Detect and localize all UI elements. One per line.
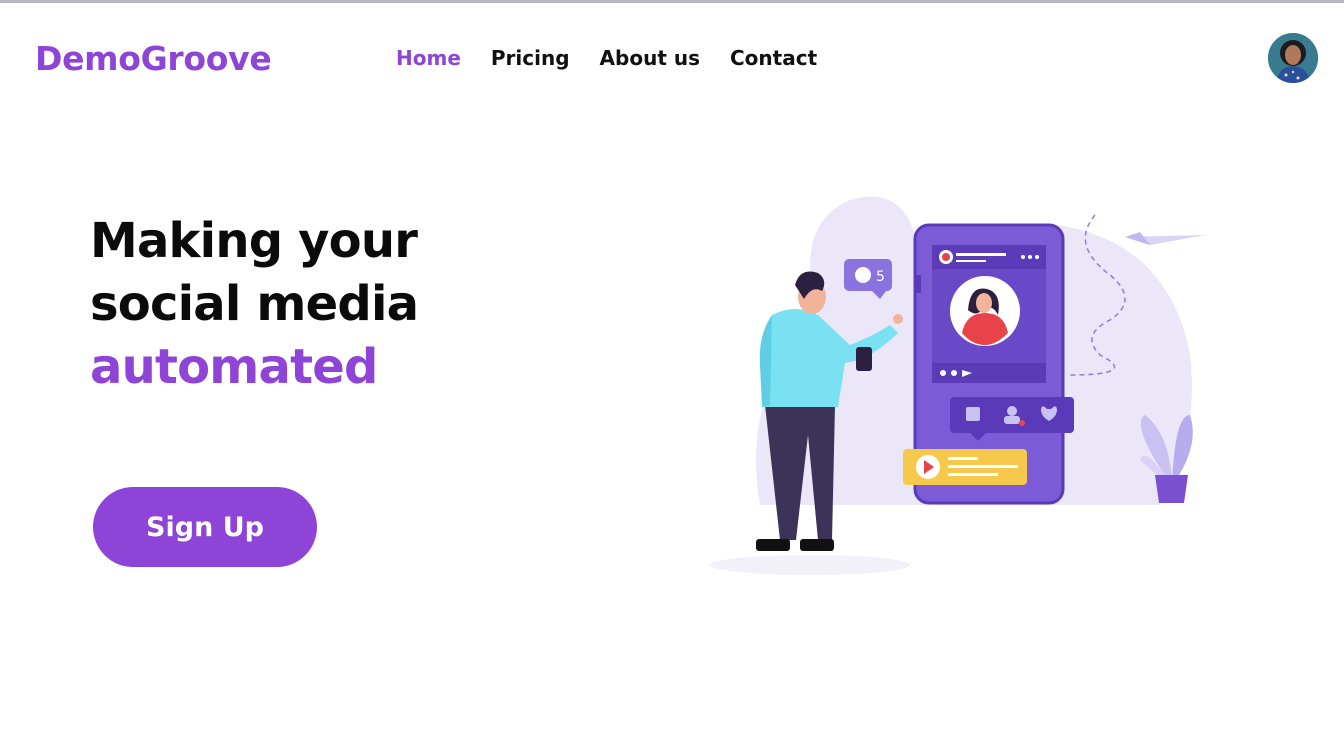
social-media-illustration: 5 [710, 196, 1205, 575]
notification-count: 5 [876, 269, 885, 285]
nav-contact-link[interactable]: Contact [730, 46, 817, 70]
brand-logo[interactable]: DemoGroove [35, 39, 272, 78]
ground-shadow [710, 555, 910, 575]
sign-up-button[interactable]: Sign Up [93, 487, 317, 567]
nav-home-link[interactable]: Home [396, 46, 461, 70]
chat-bubble-icon [951, 370, 957, 376]
hero-heading-line-1: Making your [90, 213, 418, 269]
site-header: DemoGroove Home Pricing About us Contact [0, 3, 1344, 113]
hero-heading-line-2: social media [90, 276, 419, 332]
user-icon [1007, 406, 1017, 416]
hero-heading-accent: automated [90, 339, 378, 395]
user-avatar[interactable] [1268, 33, 1318, 83]
hero-heading: Making your social media automated [90, 210, 419, 399]
heart-icon [940, 370, 946, 376]
video-card [903, 449, 1027, 485]
nav-pricing-link[interactable]: Pricing [491, 46, 570, 70]
paper-plane-icon [1125, 232, 1205, 245]
nav-about-link[interactable]: About us [600, 46, 700, 70]
main-nav: Home Pricing About us Contact [396, 46, 847, 70]
user-avatar-icon [1268, 33, 1318, 83]
like-icon [966, 407, 980, 421]
chat-bubble-icon [855, 267, 871, 283]
